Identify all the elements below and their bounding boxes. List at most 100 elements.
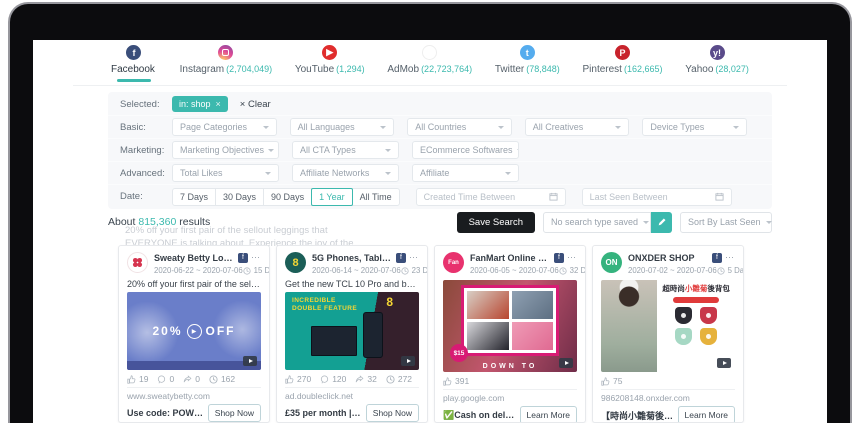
date-segment-30days[interactable]: 30 Days <box>215 188 264 206</box>
tab-admob[interactable]: a AdMob(22,723,764) <box>387 40 472 85</box>
select-marketing-objectives[interactable]: Marketing Objectives <box>172 141 279 159</box>
share-icon <box>183 375 192 384</box>
ad-stats-row: 19 0 0 162 <box>127 374 261 384</box>
ad-stats-row: 75 <box>601 376 735 386</box>
ad-domain[interactable]: ad.doubleclick.net <box>285 391 419 401</box>
advanced-label: Advanced: <box>120 168 172 179</box>
tab-instagram[interactable]: Instagram(2,704,049) <box>180 40 273 85</box>
date-segment-90days[interactable]: 90 Days <box>263 188 312 206</box>
learn-more-button[interactable]: Learn More <box>520 406 577 423</box>
tab-facebook[interactable]: f Facebook <box>111 40 157 85</box>
product-grid <box>461 285 559 356</box>
tab-youtube[interactable]: ▶ YouTube(1,294) <box>295 40 365 85</box>
ad-text: 20% off your first pair of the sellout l… <box>127 279 261 289</box>
ad-domain[interactable]: 986208148.onxder.com <box>601 393 735 403</box>
ad-card-5g-phones[interactable]: 8 5G Phones, Tablets & SIMs | ... f ⋯ 20… <box>276 245 428 423</box>
select-device-types[interactable]: Device Types <box>642 118 747 136</box>
learn-more-button[interactable]: Learn More <box>678 406 735 423</box>
selected-keyword-chip[interactable]: in: shop × <box>172 96 228 112</box>
date-segment-alltime[interactable]: All Time <box>352 188 400 206</box>
like-icon <box>127 375 136 384</box>
tab-count: (2,704,049) <box>226 64 272 74</box>
time-icon <box>386 375 395 384</box>
ad-creative-headline: INCREDIBLE DOUBLE FEATURE <box>292 297 366 313</box>
ad-creative[interactable]: $15 DOWN TO <box>443 280 577 372</box>
ad-domain[interactable]: www.sweatybetty.com <box>127 391 261 401</box>
last-seen-between-input[interactable] <box>590 192 700 202</box>
shop-now-button[interactable]: Shop Now <box>208 404 261 422</box>
comment-icon <box>157 375 166 384</box>
select-creatives[interactable]: All Creatives <box>525 118 630 136</box>
select-countries[interactable]: All Countries <box>407 118 512 136</box>
select-affiliate[interactable]: Affiliate <box>412 164 519 182</box>
date-label: Date: <box>120 191 172 202</box>
ad-cta-headline: ✅Cash on delivery ✅ Days fr... <box>443 410 516 421</box>
ad-cta-headline: Use code: POWER20 <box>127 408 204 418</box>
created-time-between-input[interactable] <box>424 192 534 202</box>
yahoo-icon: y! <box>710 45 725 60</box>
backpack-color-grid <box>675 307 717 345</box>
advertiser-name[interactable]: FanMart Online Shopping - F... <box>470 253 551 263</box>
tv-graphic <box>311 326 357 356</box>
ad-card-onxder[interactable]: ON ONXDER SHOP f ⋯ 2020-07-02 ~ 2020-07-… <box>592 245 744 423</box>
tab-label: Facebook <box>111 64 155 75</box>
chip-close-icon[interactable]: × <box>216 99 221 109</box>
ad-cta-headline: £35 per month | £30 upfront | ... <box>285 408 362 418</box>
advertiser-logo <box>127 252 148 273</box>
facebook-icon: f <box>126 45 141 60</box>
facebook-icon: f <box>712 253 722 263</box>
select-cta-types[interactable]: All CTA Types <box>292 141 399 159</box>
clear-filters-button[interactable]: × Clear <box>240 99 271 110</box>
last-seen-between-field[interactable] <box>582 188 732 206</box>
card-menu-icon[interactable]: ⋯ <box>725 252 735 263</box>
network-tab-bar: f Facebook Instagram(2,704,049) ▶ YouTub… <box>73 40 787 86</box>
saved-search-group: No search type saved <box>543 212 672 233</box>
play-icon[interactable]: ▶ <box>187 324 202 339</box>
ad-duration: 32 Days <box>570 266 586 275</box>
tab-pinterest[interactable]: P Pinterest(162,665) <box>583 40 663 85</box>
card-menu-icon[interactable]: ⋯ <box>567 252 577 263</box>
admob-icon: a <box>422 45 437 60</box>
ad-creative[interactable]: 20% ▶ OFF <box>127 292 261 370</box>
ad-card-fanmart[interactable]: Fan FanMart Online Shopping - F... f ⋯ 2… <box>434 245 586 423</box>
tab-label: Twitter <box>495 64 524 75</box>
created-time-between-field[interactable] <box>416 188 566 206</box>
pencil-icon <box>657 217 667 227</box>
card-menu-icon[interactable]: ⋯ <box>409 252 419 263</box>
advertiser-name[interactable]: ONXDER SHOP <box>628 253 709 263</box>
shop-now-button[interactable]: Shop Now <box>366 404 419 422</box>
selected-filter-row: Selected: in: shop × × Clear <box>108 93 772 116</box>
select-ecommerce-softwares[interactable]: ECommerce Softwares <box>412 141 519 159</box>
sort-dropdown[interactable]: Sort By Last Seen <box>680 212 772 233</box>
like-count: 19 <box>139 374 148 384</box>
ad-date-range: 2020-07-02 ~ 2020-07-06 <box>628 266 717 275</box>
ad-card-sweaty-betty[interactable]: Sweaty Betty London | Wom... f ⋯ 2020-06… <box>118 245 270 423</box>
select-affiliate-networks[interactable]: Affiliate Networks <box>292 164 399 182</box>
date-segment-7days[interactable]: 7 Days <box>172 188 216 206</box>
facebook-icon: f <box>396 253 406 263</box>
advertiser-name[interactable]: Sweaty Betty London | Wom... <box>154 253 235 263</box>
tab-twitter[interactable]: t Twitter(78,848) <box>495 40 560 85</box>
video-icon <box>559 358 573 368</box>
date-segment-1year[interactable]: 1 Year <box>311 188 353 206</box>
subtitle-ribbon <box>673 297 719 303</box>
edit-saved-search-button[interactable] <box>651 212 672 233</box>
select-page-categories[interactable]: Page Categories <box>172 118 277 136</box>
advertiser-logo: 8 <box>285 252 306 273</box>
card-menu-icon[interactable]: ⋯ <box>251 252 261 263</box>
tab-label: Yahoo <box>685 64 713 75</box>
select-languages[interactable]: All Languages <box>290 118 395 136</box>
filter-panel: Selected: in: shop × × Clear Basic: Page… <box>108 92 772 209</box>
save-search-button[interactable]: Save Search <box>457 212 535 233</box>
advertiser-name[interactable]: 5G Phones, Tablets & SIMs | ... <box>312 253 393 263</box>
tab-yahoo[interactable]: y! Yahoo(28,027) <box>685 40 749 85</box>
facebook-icon: f <box>238 253 248 263</box>
ad-creative[interactable]: 超時尚小雛菊後背包 <box>601 280 735 372</box>
ad-creative[interactable]: INCREDIBLE DOUBLE FEATURE 8 <box>285 292 419 370</box>
ad-domain[interactable]: play.google.com <box>443 393 577 403</box>
divider <box>127 387 261 388</box>
basic-filter-row: Basic: Page Categories All Languages All… <box>108 116 772 139</box>
calendar-icon <box>549 192 558 201</box>
saved-search-dropdown[interactable]: No search type saved <box>543 212 651 233</box>
select-total-likes[interactable]: Total Likes <box>172 164 279 182</box>
